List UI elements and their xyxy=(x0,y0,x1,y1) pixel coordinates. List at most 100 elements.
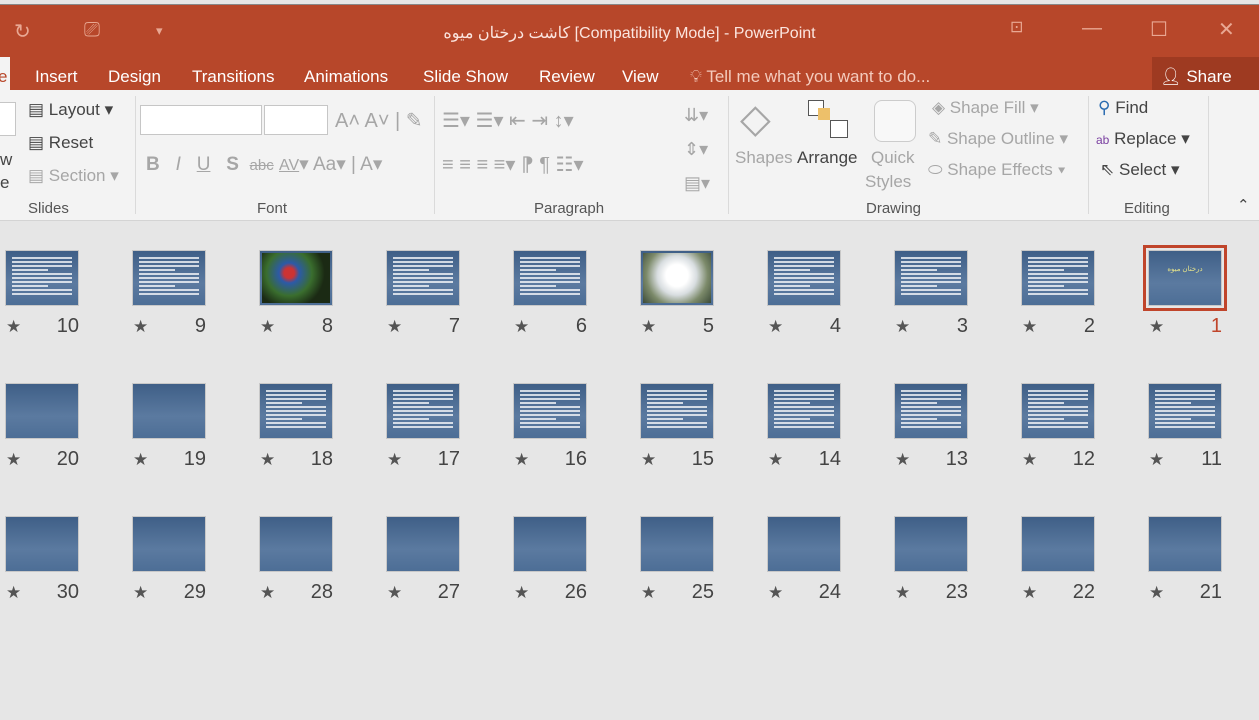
transition-star-icon[interactable]: ★ xyxy=(514,317,529,337)
find-button[interactable]: ⚲ Find xyxy=(1098,98,1148,118)
change-case-button[interactable]: Aa xyxy=(313,154,336,175)
transition-star-icon[interactable]: ★ xyxy=(387,583,402,603)
tab-animations[interactable]: Animations xyxy=(304,67,388,87)
slide-thumbnail[interactable]: درختان ميوه xyxy=(1143,245,1227,311)
transition-star-icon[interactable]: ★ xyxy=(1022,583,1037,603)
transition-star-icon[interactable]: ★ xyxy=(1022,450,1037,470)
character-spacing-button[interactable]: AV xyxy=(279,157,299,174)
slide-thumbnail[interactable] xyxy=(5,250,79,306)
transition-star-icon[interactable]: ★ xyxy=(895,317,910,337)
slide-thumbnail[interactable] xyxy=(132,516,206,572)
transition-star-icon[interactable]: ★ xyxy=(133,317,148,337)
transition-star-icon[interactable]: ★ xyxy=(260,317,275,337)
slide-thumbnail[interactable] xyxy=(640,250,714,306)
slide-thumbnail[interactable] xyxy=(894,250,968,306)
slide-thumbnail[interactable] xyxy=(894,516,968,572)
transition-star-icon[interactable]: ★ xyxy=(260,583,275,603)
tab-transitions[interactable]: Transitions xyxy=(192,67,275,87)
transition-star-icon[interactable]: ★ xyxy=(768,583,783,603)
collapse-ribbon-icon[interactable]: ⌃ xyxy=(1237,196,1250,214)
font-size-input[interactable] xyxy=(264,105,328,135)
ribbon-display-icon[interactable]: ⊡ xyxy=(1010,17,1023,37)
slide-thumbnail[interactable] xyxy=(894,383,968,439)
slide-thumbnail[interactable] xyxy=(1021,516,1095,572)
slide-thumbnail[interactable] xyxy=(386,250,460,306)
transition-star-icon[interactable]: ★ xyxy=(6,583,21,603)
transition-star-icon[interactable]: ★ xyxy=(133,583,148,603)
slide-thumbnail[interactable] xyxy=(259,383,333,439)
slide-thumbnail[interactable] xyxy=(640,516,714,572)
transition-star-icon[interactable]: ★ xyxy=(1149,583,1164,603)
transition-star-icon[interactable]: ★ xyxy=(260,450,275,470)
underline-button[interactable]: U xyxy=(197,154,211,175)
transition-star-icon[interactable]: ★ xyxy=(387,450,402,470)
new-slide-label[interactable]: w xyxy=(0,150,12,170)
shape-fill-button[interactable]: ◈ Shape Fill ▾ xyxy=(932,98,1039,118)
slide-thumbnail[interactable] xyxy=(513,383,587,439)
transition-star-icon[interactable]: ★ xyxy=(133,450,148,470)
slide-thumbnail[interactable] xyxy=(767,383,841,439)
font-format-buttons[interactable]: B I U S abc AV▾ Aa▾ | A▾ xyxy=(146,153,382,176)
slide-thumbnail[interactable] xyxy=(767,516,841,572)
transition-star-icon[interactable]: ★ xyxy=(1149,317,1164,337)
close-button[interactable]: ✕ xyxy=(1218,17,1235,42)
shape-outline-button[interactable]: ✎ Shape Outline ▾ xyxy=(928,129,1068,149)
transition-star-icon[interactable]: ★ xyxy=(641,317,656,337)
bold-button[interactable]: B xyxy=(146,154,160,175)
slide-thumbnail[interactable] xyxy=(1148,516,1222,572)
tab-insert[interactable]: Insert xyxy=(35,67,78,87)
layout-button[interactable]: ▤ Layout ▾ xyxy=(28,100,113,120)
slide-thumbnail[interactable] xyxy=(5,516,79,572)
new-slide-icon[interactable] xyxy=(0,102,16,136)
arrange-button[interactable]: Arrange xyxy=(797,148,857,168)
strikethrough-button[interactable]: abc xyxy=(250,157,274,174)
transition-star-icon[interactable]: ★ xyxy=(768,317,783,337)
tab-design[interactable]: Design xyxy=(108,67,161,87)
slide-thumbnail[interactable] xyxy=(386,383,460,439)
tab-slide-show[interactable]: Slide Show xyxy=(423,67,508,87)
tell-me-search[interactable]: 💡︎ Tell me what you want to do... xyxy=(690,67,930,87)
shadow-button[interactable]: S xyxy=(226,154,239,175)
maximize-button[interactable]: ☐ xyxy=(1150,17,1168,42)
replace-button[interactable]: ab Replace ▾ xyxy=(1096,129,1190,149)
transition-star-icon[interactable]: ★ xyxy=(6,317,21,337)
transition-star-icon[interactable]: ★ xyxy=(895,583,910,603)
slide-thumbnail[interactable] xyxy=(259,516,333,572)
transition-star-icon[interactable]: ★ xyxy=(641,583,656,603)
transition-star-icon[interactable]: ★ xyxy=(387,317,402,337)
slide-thumbnail[interactable] xyxy=(132,250,206,306)
transition-star-icon[interactable]: ★ xyxy=(768,450,783,470)
shape-effects-button[interactable]: ⬭ Shape Effects ▾ xyxy=(928,160,1066,180)
transition-star-icon[interactable]: ★ xyxy=(1149,450,1164,470)
shapes-button[interactable]: Shapes xyxy=(735,148,793,168)
slide-thumbnail[interactable] xyxy=(132,383,206,439)
select-button[interactable]: ⇖ Select ▾ xyxy=(1100,160,1180,180)
slide-thumbnail[interactable] xyxy=(513,250,587,306)
transition-star-icon[interactable]: ★ xyxy=(641,450,656,470)
alignment-icons[interactable]: ≡ ≡ ≡ ≡▾ ⁋ ¶ ☷▾ xyxy=(442,152,584,177)
transition-star-icon[interactable]: ★ xyxy=(6,450,21,470)
quick-styles-button[interactable]: Quick xyxy=(871,148,914,168)
section-button[interactable]: ▤ Section ▾ xyxy=(28,166,119,186)
transition-star-icon[interactable]: ★ xyxy=(895,450,910,470)
font-grow-shrink-icons[interactable]: A˄ A˅ | ✎ xyxy=(335,108,423,133)
slide-thumbnail[interactable] xyxy=(386,516,460,572)
italic-button[interactable]: I xyxy=(176,154,181,175)
slide-thumbnail[interactable] xyxy=(1021,250,1095,306)
slide-thumbnail[interactable] xyxy=(1021,383,1095,439)
quick-styles-icon[interactable] xyxy=(874,100,916,142)
new-slide-label-2[interactable]: e xyxy=(0,173,9,193)
list-indent-icons[interactable]: ☰▾ ☰▾ ⇤ ⇥ ↕▾ xyxy=(442,108,574,133)
minimize-button[interactable]: — xyxy=(1082,17,1102,40)
font-name-input[interactable] xyxy=(140,105,262,135)
text-direction-icons[interactable]: ⇊▾ ⇕▾ ▤▾ xyxy=(684,98,710,200)
slide-thumbnail[interactable] xyxy=(259,250,333,306)
slide-thumbnail[interactable] xyxy=(640,383,714,439)
slide-thumbnail[interactable] xyxy=(5,383,79,439)
shapes-icon[interactable]: ◇ xyxy=(740,96,771,142)
reset-button[interactable]: ▤ Reset xyxy=(28,133,93,153)
tab-view[interactable]: View xyxy=(622,67,659,87)
slide-thumbnail[interactable] xyxy=(767,250,841,306)
slide-thumbnail[interactable] xyxy=(1148,383,1222,439)
tab-review[interactable]: Review xyxy=(539,67,595,87)
